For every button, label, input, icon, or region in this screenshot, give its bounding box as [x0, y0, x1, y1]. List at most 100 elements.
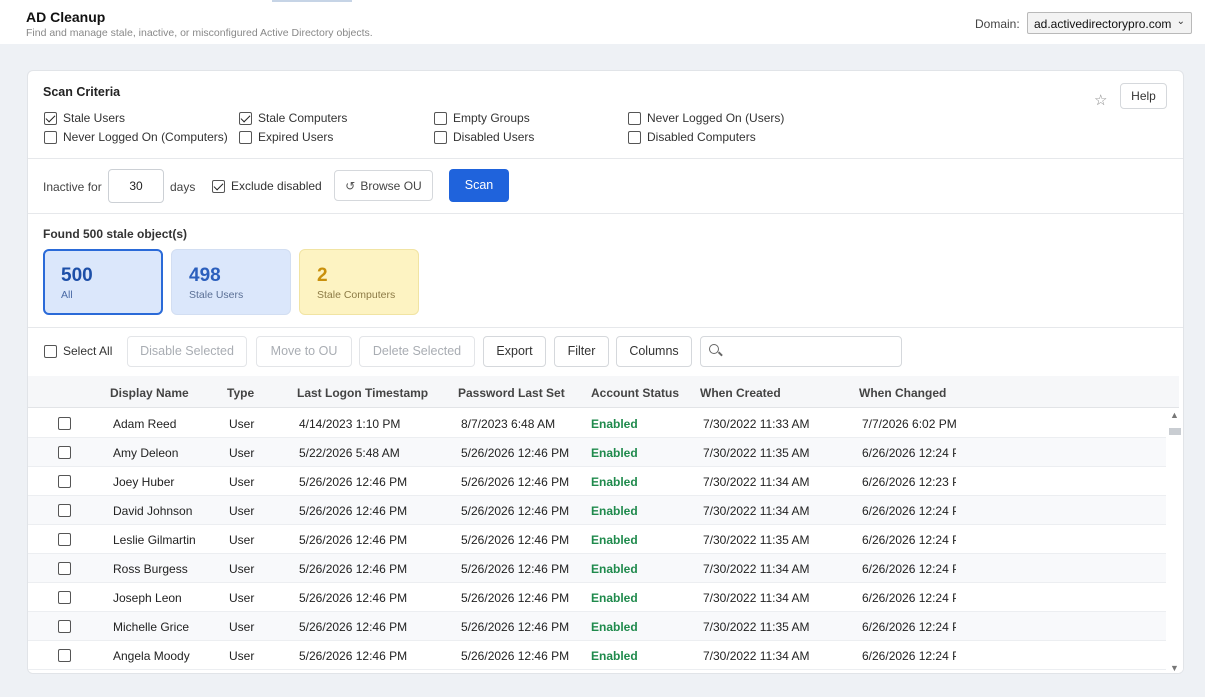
- row-checkbox[interactable]: [58, 620, 71, 633]
- scroll-up-icon[interactable]: ▲: [1170, 410, 1179, 420]
- criteria-disabled-users[interactable]: Disabled Users: [434, 130, 534, 144]
- help-button[interactable]: Help: [1120, 83, 1167, 109]
- row-checkbox[interactable]: [58, 649, 71, 662]
- criteria-label: Never Logged On (Computers): [63, 130, 228, 144]
- row-checkbox[interactable]: [58, 562, 71, 575]
- columns-button[interactable]: Columns: [616, 336, 692, 367]
- cell-display-name: David Johnson: [113, 504, 193, 518]
- criteria-stale-users[interactable]: Stale Users: [44, 111, 125, 125]
- star-icon[interactable]: ☆: [1094, 91, 1107, 109]
- checkbox[interactable]: [434, 130, 447, 144]
- criteria-stale-computers[interactable]: Stale Computers: [239, 111, 347, 125]
- cell-when-created: 7/30/2022 11:35 AM: [703, 533, 810, 547]
- scan-button[interactable]: Scan: [449, 169, 509, 202]
- export-button[interactable]: Export: [483, 336, 546, 367]
- days-label: days: [170, 180, 196, 194]
- cell-when-changed: 7/7/2026 6:02 PM: [862, 417, 956, 431]
- row-checkbox[interactable]: [58, 591, 71, 604]
- divider: [28, 213, 1183, 214]
- table-row[interactable]: Ross Burgess User 5/26/2026 12:46 PM 5/26/2…: [28, 554, 1166, 583]
- col-type[interactable]: Type: [227, 386, 254, 400]
- cell-type: User: [229, 504, 255, 518]
- cell-when-changed: 6/26/2026 12:24 PM: [862, 533, 956, 547]
- cell-password-last-set: 5/26/2026 12:46 PM: [461, 649, 570, 663]
- table-row[interactable]: Leslie Gilmartin User 5/26/2026 12:46 PM 5/…: [28, 525, 1166, 554]
- criteria-never-logged-users[interactable]: Never Logged On (Users): [628, 111, 784, 125]
- col-when-created[interactable]: When Created: [700, 386, 781, 400]
- select-all-label: Select All: [63, 344, 113, 358]
- criteria-label: Disabled Computers: [647, 130, 756, 144]
- checkbox[interactable]: [212, 179, 225, 193]
- cell-type: User: [229, 562, 255, 576]
- checkbox[interactable]: [239, 111, 252, 125]
- stat-card-stale-computers[interactable]: 2 Stale Computers: [299, 249, 419, 315]
- table-row[interactable]: Angela Moody User 5/26/2026 12:46 PM 5/26/2…: [28, 641, 1166, 670]
- table-row[interactable]: Joseph Leon User 5/26/2026 12:46 PM 5/26/20…: [28, 583, 1166, 612]
- delete-selected-button[interactable]: Delete Selected: [359, 336, 475, 367]
- criteria-expired-users[interactable]: Expired Users: [239, 130, 333, 144]
- results-table: Display Name Type Last Logon Timestamp P…: [28, 376, 1183, 673]
- col-when-changed[interactable]: When Changed: [859, 386, 946, 400]
- checkbox[interactable]: [434, 111, 447, 125]
- row-checkbox[interactable]: [58, 446, 71, 459]
- criteria-disabled-computers[interactable]: Disabled Computers: [628, 130, 756, 144]
- cell-last-logon: 5/26/2026 12:46 PM: [299, 533, 408, 547]
- cell-when-created: 7/30/2022 11:34 AM: [703, 562, 810, 576]
- disable-selected-button[interactable]: Disable Selected: [127, 336, 247, 367]
- cell-account-status: Enabled: [591, 504, 638, 518]
- table-row[interactable]: Michelle Grice User 5/26/2026 12:46 PM 5/26…: [28, 612, 1166, 641]
- cell-password-last-set: 5/26/2026 12:46 PM: [461, 446, 570, 460]
- cell-password-last-set: 5/26/2026 12:46 PM: [461, 591, 570, 605]
- row-checkbox[interactable]: [58, 475, 71, 488]
- criteria-never-logged-computers[interactable]: Never Logged On (Computers): [44, 130, 228, 144]
- criteria-empty-groups[interactable]: Empty Groups: [434, 111, 530, 125]
- main-card: Scan Criteria ☆ Help Stale Users Stale C…: [27, 70, 1184, 674]
- cell-when-created: 7/30/2022 11:34 AM: [703, 591, 810, 605]
- table-row[interactable]: David Johnson User 5/26/2026 12:46 PM 5/26/…: [28, 496, 1166, 525]
- scroll-down-icon[interactable]: ▼: [1170, 663, 1179, 673]
- cell-last-logon: 5/26/2026 12:46 PM: [299, 475, 408, 489]
- table-row[interactable]: Amy Deleon User 5/22/2026 5:48 AM 5/26/2026…: [28, 438, 1166, 467]
- row-checkbox[interactable]: [58, 533, 71, 546]
- col-account-status[interactable]: Account Status: [591, 386, 679, 400]
- col-password-last-set[interactable]: Password Last Set: [458, 386, 565, 400]
- checkbox[interactable]: [44, 344, 57, 358]
- stat-label: All: [61, 289, 73, 301]
- select-all[interactable]: Select All: [44, 344, 112, 358]
- scroll-thumb[interactable]: [1169, 428, 1181, 435]
- checkbox[interactable]: [628, 130, 641, 144]
- row-checkbox[interactable]: [58, 417, 71, 430]
- cell-when-changed: 6/26/2026 12:24 PM: [862, 649, 956, 663]
- exclude-disabled-toggle[interactable]: Exclude disabled: [212, 179, 322, 193]
- stat-card-all[interactable]: 500 All: [43, 249, 163, 315]
- checkbox[interactable]: [44, 130, 57, 144]
- app-header: AD Cleanup Find and manage stale, inacti…: [0, 0, 1205, 44]
- criteria-label: Disabled Users: [453, 130, 535, 144]
- cell-last-logon: 4/14/2023 1:10 PM: [299, 417, 401, 431]
- domain-value: ad.activedirectorypro.com: [1034, 17, 1172, 31]
- cell-display-name: Leslie Gilmartin: [113, 533, 196, 547]
- cell-last-logon: 5/26/2026 12:46 PM: [299, 504, 408, 518]
- move-to-ou-button[interactable]: Move to OU: [256, 336, 352, 367]
- browse-ou-button[interactable]: ↺ Browse OU: [334, 170, 433, 201]
- col-display-name[interactable]: Display Name: [110, 386, 189, 400]
- scrollbar[interactable]: ▲ ▼: [1166, 408, 1183, 673]
- criteria-label: Stale Users: [63, 111, 126, 125]
- cell-password-last-set: 5/26/2026 12:46 PM: [461, 504, 570, 518]
- row-checkbox[interactable]: [58, 504, 71, 517]
- days-input[interactable]: 30: [108, 169, 164, 203]
- filter-button[interactable]: Filter: [554, 336, 609, 367]
- stat-card-stale-users[interactable]: 498 Stale Users: [171, 249, 291, 315]
- table-row[interactable]: Joey Huber User 5/26/2026 12:46 PM 5/26/202…: [28, 467, 1166, 496]
- criteria-label: Expired Users: [258, 130, 334, 144]
- checkbox[interactable]: [628, 111, 641, 125]
- search-input[interactable]: [700, 336, 902, 367]
- exclude-label: Exclude disabled: [231, 179, 322, 193]
- cell-when-created: 7/30/2022 11:33 AM: [703, 417, 810, 431]
- checkbox[interactable]: [239, 130, 252, 144]
- table-row[interactable]: Adam Reed User 4/14/2023 1:10 PM 8/7/2023 6…: [28, 409, 1166, 438]
- domain-select[interactable]: ad.activedirectorypro.com ⌄: [1027, 12, 1192, 34]
- checkbox[interactable]: [44, 111, 57, 125]
- col-last-logon[interactable]: Last Logon Timestamp: [297, 386, 428, 400]
- cell-account-status: Enabled: [591, 649, 638, 663]
